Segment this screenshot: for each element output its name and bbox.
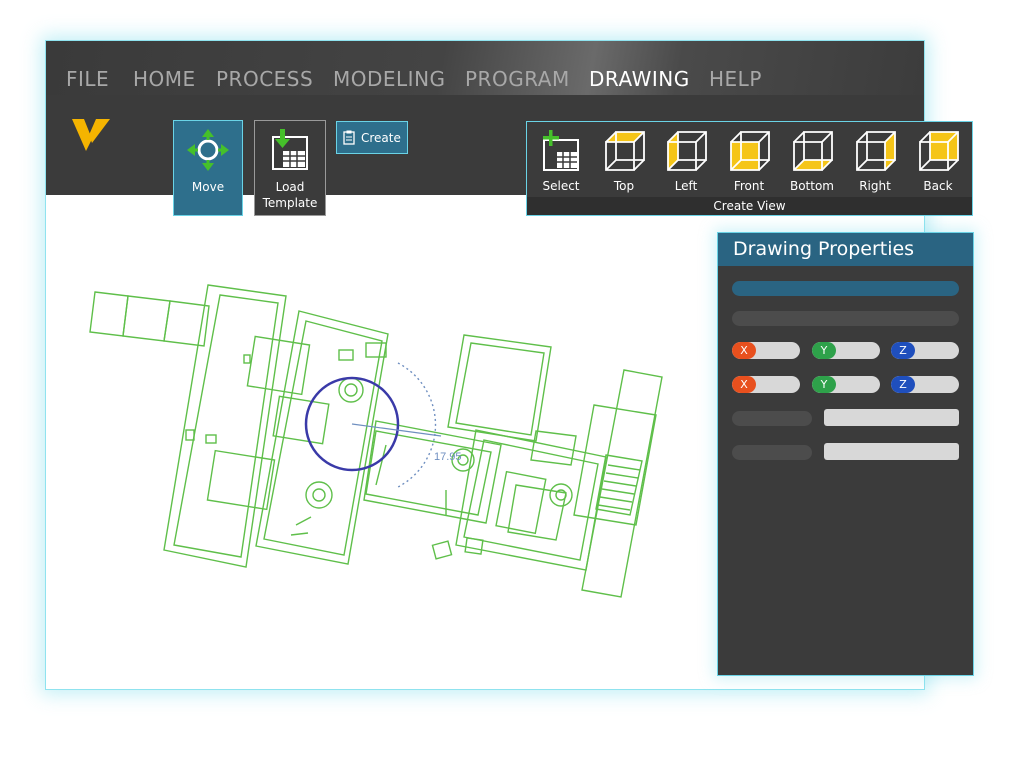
- back-view-button[interactable]: Back: [907, 122, 969, 198]
- properties-title: Drawing Properties: [733, 238, 915, 260]
- property-label-2: [732, 445, 812, 460]
- y-axis-tag: Y: [812, 342, 836, 359]
- create-view-panel: Select Top Left Front Bottom Right Back …: [526, 121, 973, 216]
- menu-process[interactable]: PROCESS: [216, 67, 313, 91]
- z-axis-field-1[interactable]: Z: [891, 342, 959, 359]
- property-field-1[interactable]: [732, 281, 959, 296]
- z-axis-tag: Z: [891, 376, 915, 393]
- dimension-label: 17.95: [434, 451, 462, 463]
- cube-front-icon: [730, 131, 770, 171]
- move-arrows-icon: [187, 129, 229, 171]
- z-axis-field-2[interactable]: Z: [891, 376, 959, 393]
- cube-top-icon: [605, 131, 645, 171]
- drawing-properties-panel: Drawing Properties X Y Z X Y Z: [717, 232, 974, 676]
- menu-home[interactable]: HOME: [133, 67, 196, 91]
- property-label-1: [732, 411, 812, 426]
- menu-help[interactable]: HELP: [709, 67, 762, 91]
- create-button[interactable]: Create: [336, 121, 408, 154]
- y-axis-tag: Y: [812, 376, 836, 393]
- y-axis-field-2[interactable]: Y: [812, 376, 880, 393]
- load-template-label-line1: Load: [275, 180, 305, 194]
- top-view-label: Top: [613, 179, 635, 193]
- create-view-group-label: Create View: [527, 197, 972, 215]
- top-view-button[interactable]: Top: [593, 122, 655, 198]
- y-axis-field-1[interactable]: Y: [812, 342, 880, 359]
- properties-header: Drawing Properties: [718, 233, 973, 266]
- right-view-label: Right: [859, 179, 891, 193]
- bottom-view-button[interactable]: Bottom: [781, 122, 843, 198]
- select-view-label: Select: [542, 179, 580, 193]
- z-axis-tag: Z: [891, 342, 915, 359]
- cube-back-icon: [919, 131, 959, 171]
- front-view-label: Front: [733, 179, 765, 193]
- menu-bar: FILE HOME PROCESS MODELING PROGRAM DRAWI…: [46, 41, 924, 95]
- menu-drawing[interactable]: DRAWING: [589, 67, 690, 91]
- select-view-button[interactable]: Select: [530, 122, 592, 198]
- menu-file[interactable]: FILE: [66, 67, 109, 91]
- cube-right-icon: [856, 131, 896, 171]
- back-view-label: Back: [923, 179, 953, 193]
- x-axis-field-1[interactable]: X: [732, 342, 800, 359]
- x-axis-tag: X: [732, 376, 756, 393]
- property-input-1[interactable]: [824, 409, 959, 426]
- load-template-label-line2: Template: [262, 196, 318, 210]
- load-template-label: Load Template: [255, 179, 325, 211]
- load-template-icon: [272, 129, 308, 170]
- right-view-button[interactable]: Right: [844, 122, 906, 198]
- create-label: Create: [361, 130, 401, 145]
- select-view-icon: [543, 130, 579, 171]
- property-input-2[interactable]: [824, 443, 959, 460]
- x-axis-field-2[interactable]: X: [732, 376, 800, 393]
- load-template-button[interactable]: Load Template: [254, 120, 326, 216]
- front-view-button[interactable]: Front: [718, 122, 780, 198]
- left-view-label: Left: [674, 179, 698, 193]
- menu-modeling[interactable]: MODELING: [333, 67, 446, 91]
- move-label: Move: [191, 180, 225, 194]
- v-logo-icon: [72, 119, 110, 151]
- clipboard-icon: [343, 130, 355, 145]
- cube-left-icon: [667, 131, 707, 171]
- bottom-view-label: Bottom: [789, 179, 834, 193]
- move-button[interactable]: Move: [173, 120, 243, 216]
- x-axis-tag: X: [732, 342, 756, 359]
- property-field-2[interactable]: [732, 311, 959, 326]
- cube-bottom-icon: [793, 131, 833, 171]
- menu-program[interactable]: PROGRAM: [465, 67, 570, 91]
- left-view-button[interactable]: Left: [655, 122, 717, 198]
